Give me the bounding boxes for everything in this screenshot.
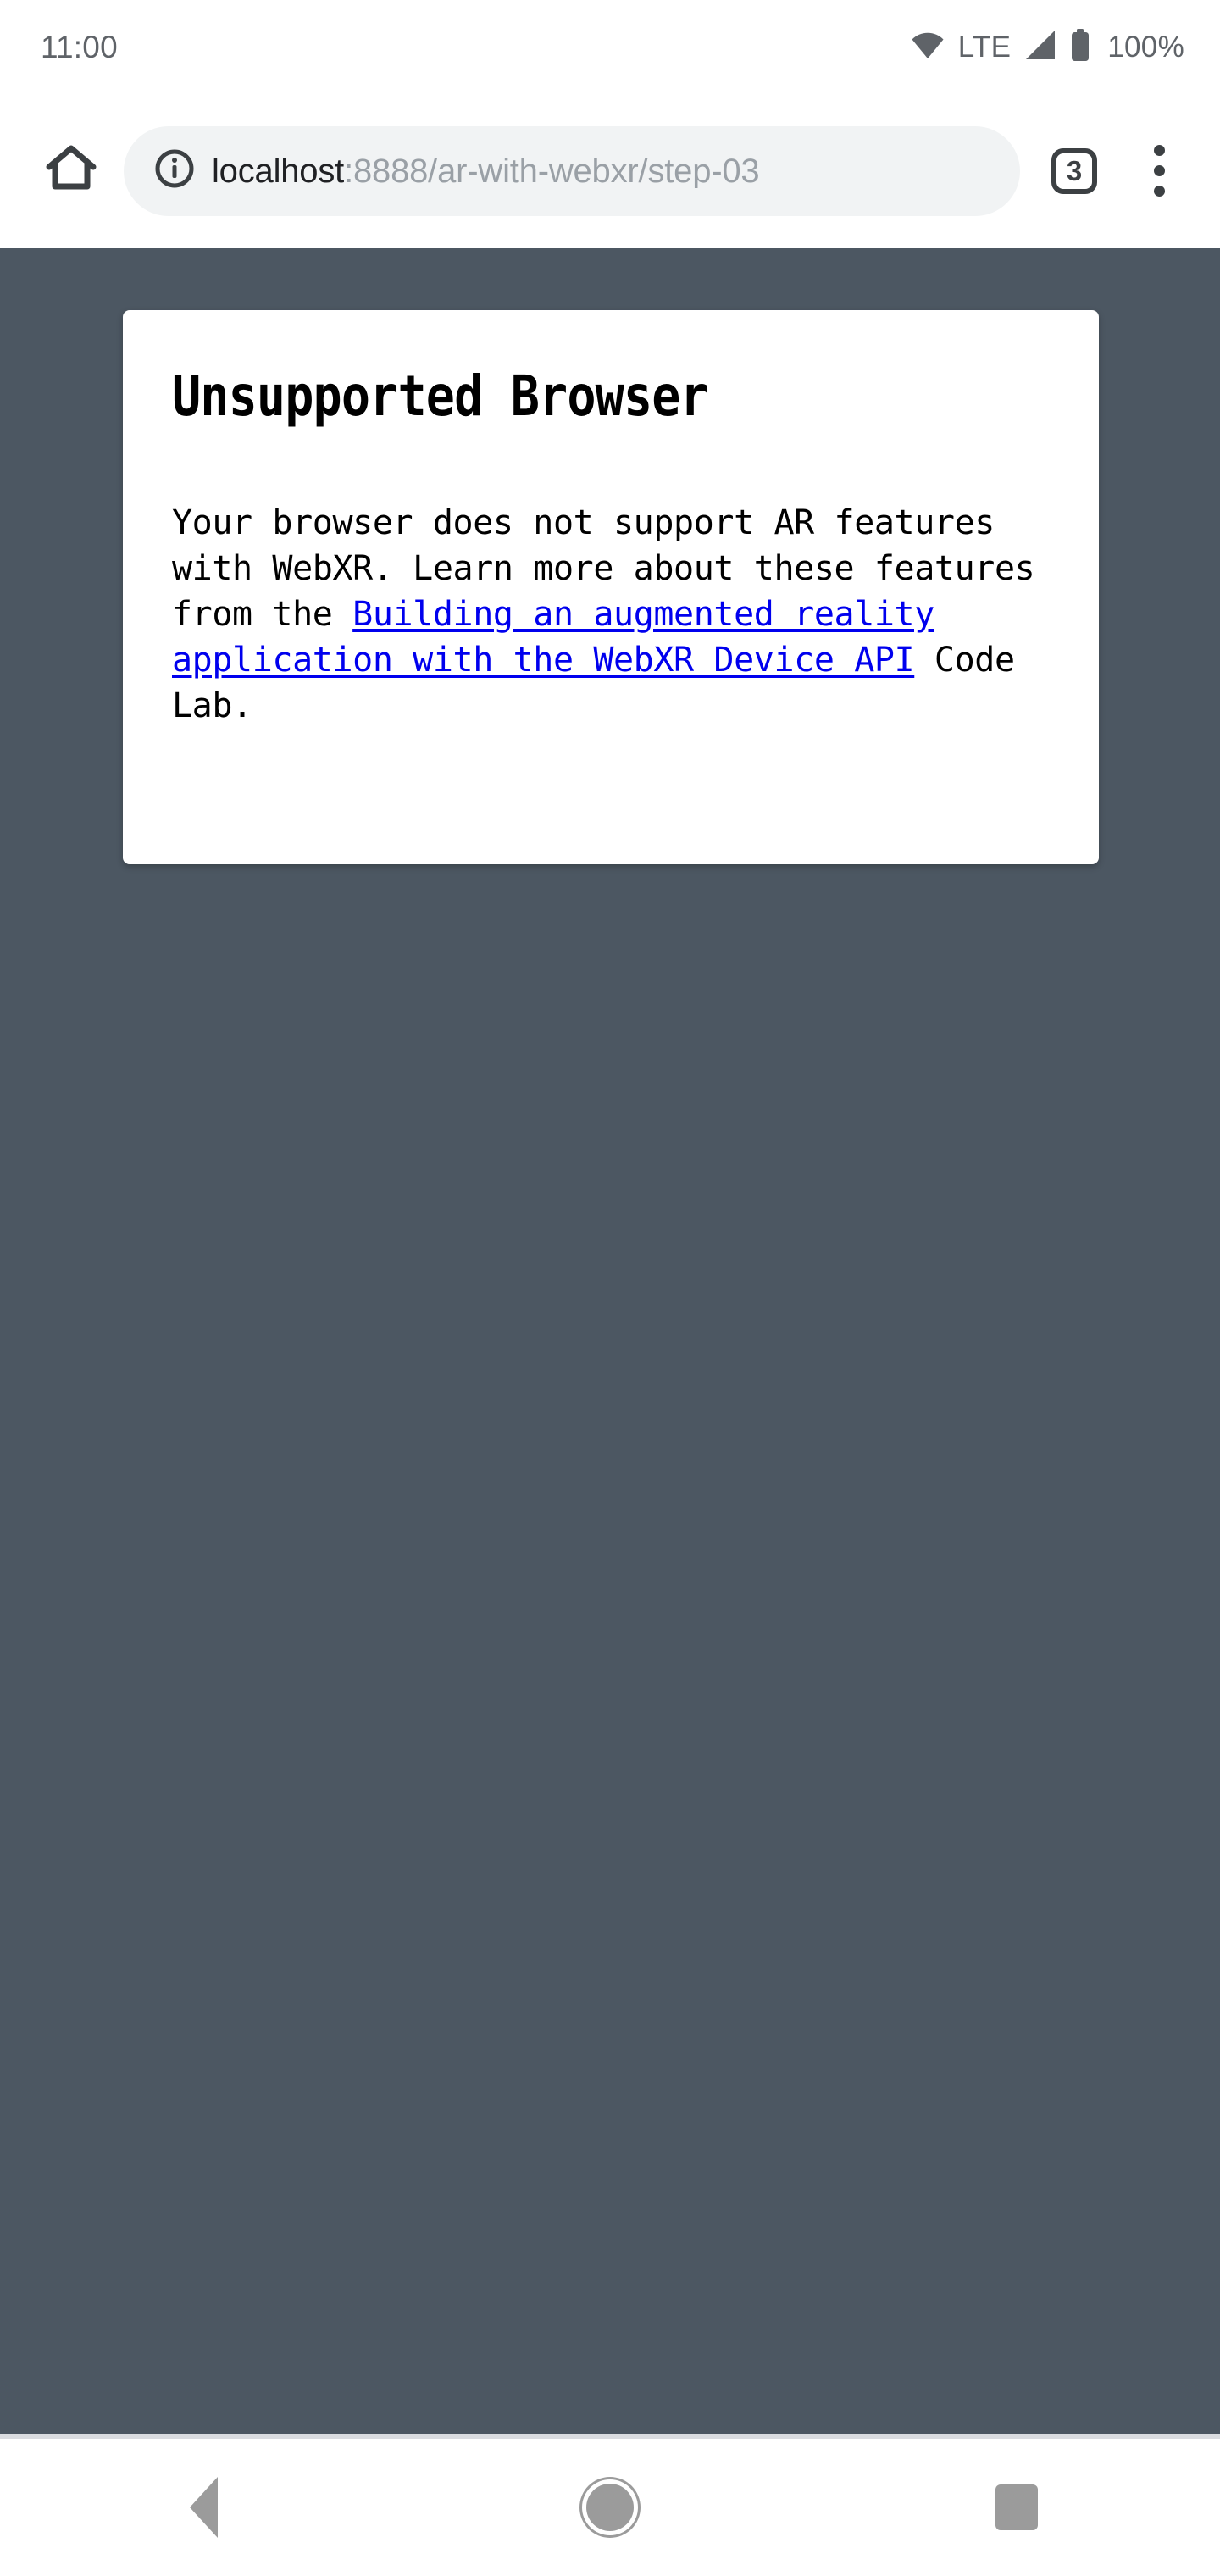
menu-dot [1153,186,1165,197]
status-bar: 11:00 LTE 100% [0,0,1220,93]
unsupported-browser-card: Unsupported Browser Your browser does no… [123,310,1099,864]
page-title: Unsupported Browser [172,364,709,429]
card-body-text: Your browser does not support AR feature… [172,500,1046,729]
signal-bars-icon [1024,30,1056,64]
browser-toolbar: localhost:8888/ar-with-webxr/step-03 3 [0,93,1220,248]
status-indicators: LTE 100% [911,28,1184,65]
url-host: localhost [212,153,345,188]
info-circle-icon[interactable] [154,148,195,193]
home-icon [45,144,97,197]
web-page-viewport: Unsupported Browser Your browser does no… [0,248,1220,2434]
phone-screen: 11:00 LTE 100% localhost:8888/ar-with-we… [0,0,1220,2576]
tab-switcher-button[interactable]: 3 [1035,132,1113,210]
battery-percent-label: 100% [1107,30,1184,64]
battery-full-icon [1070,28,1090,65]
tab-count-label: 3 [1066,155,1083,186]
url-bar[interactable]: localhost:8888/ar-with-webxr/step-03 [124,125,1020,216]
tab-count-box: 3 [1051,147,1097,194]
recents-square-icon [995,2484,1038,2530]
home-circle-icon [586,2484,634,2531]
url-text: localhost:8888/ar-with-webxr/step-03 [212,154,759,188]
nav-back-button[interactable] [0,2439,407,2576]
menu-dot [1153,145,1165,156]
nav-recents-button[interactable] [813,2439,1220,2576]
home-button[interactable] [27,127,115,215]
menu-dot [1153,165,1165,176]
network-type-label: LTE [957,30,1012,64]
back-triangle-icon [189,2477,218,2538]
wifi-icon [911,31,945,64]
system-navigation-bar [0,2439,1220,2576]
url-path: :8888/ar-with-webxr/step-03 [344,153,760,188]
three-dot-menu-icon[interactable] [1120,132,1198,210]
status-clock: 11:00 [41,29,118,64]
nav-home-button[interactable] [407,2439,813,2576]
